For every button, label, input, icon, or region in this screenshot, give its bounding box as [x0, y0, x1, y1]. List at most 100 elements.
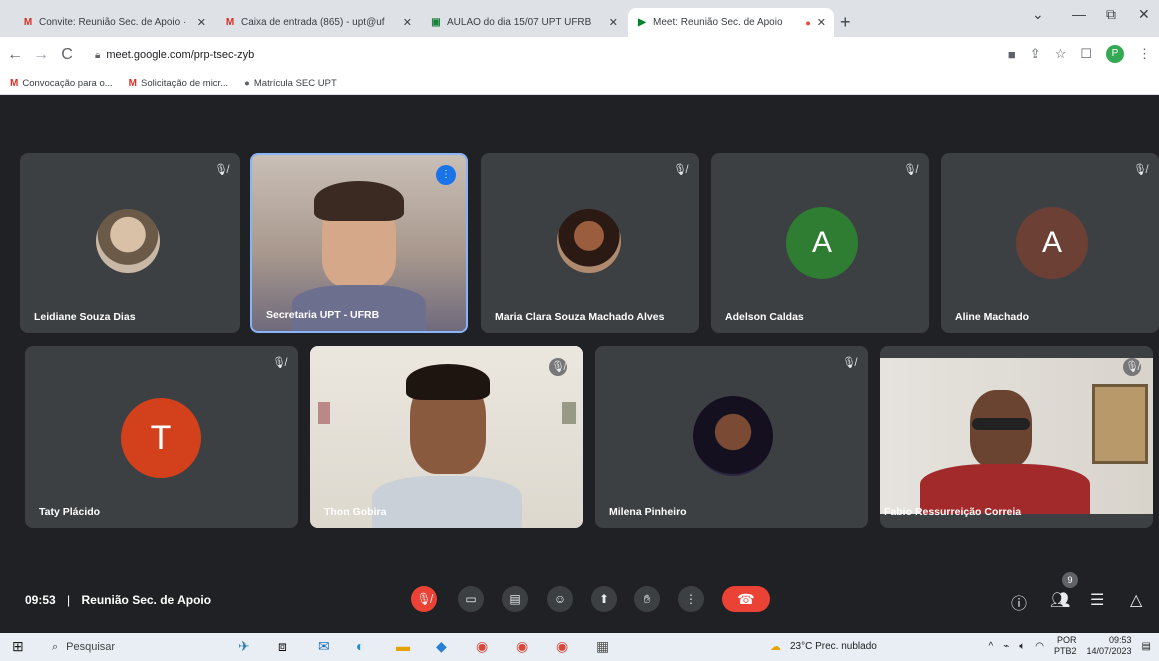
file-explorer-icon[interactable]: ▬ — [396, 638, 410, 654]
profile-avatar[interactable]: P — [1106, 45, 1124, 63]
notepad-icon[interactable]: ▦ — [596, 638, 609, 655]
participant-tile[interactable]: 🎙︎̸ Fabio Ressurreição Correia — [880, 346, 1153, 528]
camera-toggle-button[interactable]: ▭ — [458, 586, 484, 612]
tab-invite[interactable]: M Convite: Reunião Sec. de Apoio · ✕ — [14, 8, 214, 37]
participant-tile[interactable]: 🎙︎̸ Milena Pinheiro — [595, 346, 868, 528]
bookmarks-bar: M Convocação para o... M Solicitação de … — [0, 73, 1159, 95]
chrome-icon[interactable]: ◉ — [476, 638, 488, 655]
wifi-icon[interactable]: ◠ — [1035, 641, 1044, 652]
wall-decoration — [318, 402, 330, 424]
lock-icon: 🔒︎ — [95, 49, 101, 61]
tab-label: Caixa de entrada (865) - upt@uf — [241, 17, 385, 28]
raise-hand-button[interactable]: ✋︎ — [634, 586, 660, 612]
clock[interactable]: 09:53 14/07/2023 — [1087, 635, 1132, 657]
url-field[interactable]: 🔒︎ meet.google.com/prp-tsec-zyb — [95, 42, 975, 68]
weather-text: 23°C Prec. nublado — [790, 641, 877, 652]
search-icon: ⌕ — [52, 640, 59, 653]
windows-taskbar: ⊞ ⌕ Pesquisar ✈ ⧈ ✉ ◐ ▬ ◆ ◉ ◉ ◉ ▦ ☁ 23°C… — [0, 633, 1159, 661]
avatar — [557, 209, 621, 273]
mic-off-icon: 🎙︎̸ — [1123, 358, 1141, 376]
shirt-shape — [292, 285, 426, 331]
chevron-up-icon[interactable]: ^ — [989, 641, 994, 652]
mail-icon[interactable]: ✉ — [318, 638, 330, 655]
recording-dot-icon: ● — [805, 17, 811, 28]
share-icon[interactable]: ⇪ — [1030, 46, 1041, 62]
camera-icon[interactable]: ■ — [1008, 47, 1016, 62]
mic-off-icon: 🎙︎̸ — [1133, 164, 1147, 176]
captions-button[interactable]: ▤ — [502, 586, 528, 612]
mic-off-icon: 🎙︎̸ — [272, 357, 286, 369]
weather-icon: ☁ — [770, 641, 781, 653]
people-icon[interactable]: 👥︎ — [1050, 590, 1070, 610]
participant-tile[interactable]: 🎙︎̸ A Adelson Caldas — [711, 153, 929, 333]
participant-count-badge: 9 — [1062, 572, 1078, 588]
info-icon[interactable]: ⓘ — [1011, 590, 1027, 614]
reload-icon[interactable]: C — [56, 46, 78, 64]
notifications-icon[interactable]: ▤ — [1142, 641, 1151, 652]
tab-aulao[interactable]: ▣ AULÃO do dia 15/07 UPT UFRB ✕ — [422, 8, 626, 37]
close-window-icon[interactable]: ✕ — [1138, 6, 1150, 23]
avatar — [96, 209, 160, 273]
participant-tile[interactable]: 🎙︎̸ Leidiane Souza Dias — [20, 153, 240, 333]
participant-tile[interactable]: 🎙︎̸ A Aline Machado — [941, 153, 1159, 333]
url-text: meet.google.com/prp-tsec-zyb — [106, 49, 255, 61]
lang-top: POR — [1056, 635, 1077, 645]
taskbar-search[interactable]: ⌕ Pesquisar — [44, 636, 234, 658]
avatar — [693, 396, 773, 476]
participant-name: Milena Pinheiro — [609, 506, 687, 518]
participant-tile[interactable]: 🎙︎̸ Maria Clara Souza Machado Alves — [481, 153, 699, 333]
minimize-icon[interactable]: — — [1072, 6, 1086, 22]
network-icon[interactable]: ⌁ — [1003, 641, 1009, 652]
participant-name: Secretaria UPT - UFRB — [266, 309, 380, 321]
avatar: T — [121, 398, 201, 478]
hair-shape — [314, 181, 404, 221]
participant-tile[interactable]: 🎙︎̸ Thon Gobira — [310, 346, 583, 528]
participant-name: Leidiane Souza Dias — [34, 311, 136, 323]
edge-icon[interactable]: ◐ — [356, 638, 364, 654]
mic-toggle-button[interactable]: 🎙︎̸ — [411, 586, 437, 612]
more-options-button[interactable]: ⋮ — [678, 586, 704, 612]
participant-name: Taty Plácido — [39, 506, 101, 518]
bookmark-solicitacao[interactable]: M Solicitação de micr... — [129, 78, 228, 89]
participant-tile[interactable]: 🎙︎̸ T Taty Plácido — [25, 346, 298, 528]
bird-icon: ✈ — [238, 638, 250, 654]
back-icon[interactable]: ← — [4, 46, 26, 64]
forward-icon[interactable]: → — [30, 46, 52, 64]
shirt-shape — [372, 476, 522, 528]
tab-inbox[interactable]: M Caixa de entrada (865) - upt@uf ✕ — [216, 8, 420, 37]
menu-icon[interactable]: ⋮ — [1138, 46, 1151, 62]
store-icon[interactable]: ◆ — [436, 638, 447, 655]
hangup-button[interactable]: ☎︎ — [722, 586, 770, 612]
bookmark-star-icon[interactable]: ☆ — [1055, 46, 1067, 62]
chrome-icon[interactable]: ◉ — [516, 638, 528, 655]
activities-icon[interactable]: △ — [1130, 590, 1142, 610]
new-tab-button[interactable]: + — [840, 12, 851, 33]
chrome-icon[interactable]: ◉ — [556, 638, 568, 655]
close-icon[interactable]: ✕ — [403, 16, 412, 29]
bookmark-convocacao[interactable]: M Convocação para o... — [10, 78, 113, 89]
participant-name: Maria Clara Souza Machado Alves — [495, 311, 665, 323]
mic-off-icon: 🎙︎̸ — [842, 357, 856, 369]
sidepanel-icon[interactable]: ☐ — [1080, 46, 1092, 62]
wall-board — [1092, 384, 1148, 464]
emoji-button[interactable]: ☺ — [547, 586, 573, 612]
maximize-icon[interactable]: ⧉ — [1106, 6, 1116, 23]
mic-off-icon: 🎙︎̸ — [673, 164, 687, 176]
bookmark-label: Convocação para o... — [22, 78, 113, 89]
task-view-icon[interactable]: ⧈ — [278, 638, 287, 655]
participant-tile-active[interactable]: ⋮ Secretaria UPT - UFRB — [250, 153, 468, 333]
volume-icon[interactable]: 🔈︎ — [1019, 641, 1025, 652]
separator: | — [67, 593, 71, 607]
chat-icon[interactable]: ☰ — [1090, 590, 1104, 610]
clock-date: 14/07/2023 — [1086, 646, 1132, 656]
tab-search-icon[interactable]: ⌄ — [1032, 6, 1044, 23]
windows-start-icon[interactable]: ⊞ — [12, 638, 24, 655]
bookmark-matricula[interactable]: ● Matrícula SEC UPT — [244, 78, 337, 89]
close-icon[interactable]: ✕ — [197, 16, 206, 29]
present-button[interactable]: ⬆ — [591, 586, 617, 612]
language-indicator[interactable]: POR PTB2 — [1054, 635, 1077, 657]
tab-meet[interactable]: ▶ Meet: Reunião Sec. de Apoio ● ✕ — [628, 8, 834, 37]
meeting-title: Reunião Sec. de Apoio — [81, 593, 212, 607]
close-icon[interactable]: ✕ — [609, 16, 618, 29]
close-icon[interactable]: ✕ — [817, 16, 826, 29]
